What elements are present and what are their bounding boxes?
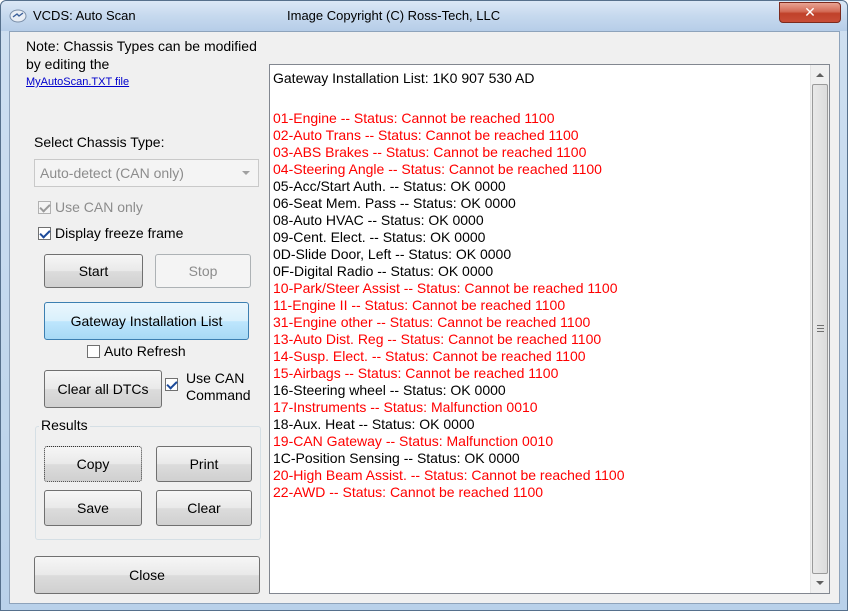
result-line: 05-Acc/Start Auth. -- Status: OK 0000 [273, 178, 506, 194]
checkbox-icon [165, 378, 178, 391]
result-line: 19-CAN Gateway -- Status: Malfunction 00… [273, 433, 554, 449]
auto-refresh-checkbox[interactable]: Auto Refresh [87, 343, 186, 359]
clear-button[interactable]: Clear [156, 490, 252, 526]
use-can-command-label: Use CAN Command [182, 370, 251, 404]
use-can-label-line2: Command [186, 387, 251, 403]
chassis-type-value: Auto-detect (CAN only) [40, 165, 184, 181]
use-can-only-label: Use CAN only [55, 199, 143, 215]
save-button[interactable]: Save [44, 490, 142, 526]
print-button-label: Print [189, 456, 219, 472]
result-line: 04-Steering Angle -- Status: Cannot be r… [273, 161, 602, 177]
save-button-label: Save [77, 500, 109, 516]
result-line: 10-Park/Steer Assist -- Status: Cannot b… [273, 280, 618, 296]
vcds-app-icon [9, 9, 27, 23]
result-line: 14-Susp. Elect. -- Status: Cannot be rea… [273, 348, 586, 364]
print-button[interactable]: Print [156, 446, 252, 482]
grip-icon [817, 325, 824, 332]
vcds-auto-scan-window: VCDS: Auto Scan Image Copyright (C) Ross… [0, 0, 848, 611]
result-line: 15-Airbags -- Status: Cannot be reached … [273, 365, 559, 381]
checkbox-icon [38, 226, 51, 240]
chevron-down-icon [242, 171, 250, 175]
result-line: 18-Aux. Heat -- Status: OK 0000 [273, 416, 475, 432]
myautoscan-file-link[interactable]: MyAutoScan.TXT file [26, 76, 129, 88]
scrollbar-thumb[interactable] [812, 84, 828, 574]
use-can-label-line1: Use CAN [186, 370, 245, 386]
checkbox-icon [38, 200, 51, 214]
scroll-down-arrow-icon[interactable] [811, 574, 829, 591]
results-title: Gateway Installation List: 1K0 907 530 A… [273, 70, 535, 86]
result-line: 16-Steering wheel -- Status: OK 0000 [273, 382, 506, 398]
start-button[interactable]: Start [44, 254, 143, 288]
stop-button[interactable]: Stop [155, 254, 251, 288]
chassis-type-select[interactable]: Auto-detect (CAN only) [34, 159, 259, 187]
auto-refresh-label: Auto Refresh [104, 343, 186, 359]
chassis-note: Note: Chassis Types can be modified by e… [26, 38, 257, 72]
result-line: 11-Engine II -- Status: Cannot be reache… [273, 297, 566, 313]
result-line: 09-Cent. Elect. -- Status: OK 0000 [273, 229, 486, 245]
close-icon: ✕ [804, 4, 816, 20]
clear-all-dtcs-label: Clear all DTCs [57, 381, 149, 397]
result-line: 06-Seat Mem. Pass -- Status: OK 0000 [273, 195, 516, 211]
title-bar: VCDS: Auto Scan Image Copyright (C) Ross… [1, 1, 847, 31]
copy-button[interactable]: Copy [44, 446, 142, 482]
result-line: 01-Engine -- Status: Cannot be reached 1… [273, 110, 555, 126]
use-can-only-checkbox[interactable]: Use CAN only [38, 199, 143, 215]
checkbox-icon [87, 344, 100, 358]
close-button[interactable]: Close [34, 556, 260, 594]
result-line: 02-Auto Trans -- Status: Cannot be reach… [273, 127, 579, 143]
clear-button-label: Clear [187, 500, 221, 516]
gateway-button-label: Gateway Installation List [70, 313, 223, 329]
results-scrollbar[interactable] [810, 65, 829, 593]
result-line: 13-Auto Dist. Reg -- Status: Cannot be r… [273, 331, 602, 347]
result-line: 17-Instruments -- Status: Malfunction 00… [273, 399, 538, 415]
result-line: 0F-Digital Radio -- Status: OK 0000 [273, 263, 494, 279]
window-close-button[interactable]: ✕ [779, 2, 841, 23]
result-line: 1C-Position Sensing -- Status: OK 0000 [273, 450, 520, 466]
clear-all-dtcs-button[interactable]: Clear all DTCs [44, 370, 162, 408]
close-button-label: Close [129, 567, 165, 583]
gateway-installation-list-button[interactable]: Gateway Installation List [44, 302, 249, 340]
result-line: 22-AWD -- Status: Cannot be reached 1100 [273, 484, 544, 500]
display-freeze-frame-label: Display freeze frame [55, 225, 184, 241]
stop-button-label: Stop [188, 263, 218, 279]
result-line: 08-Auto HVAC -- Status: OK 0000 [273, 212, 484, 228]
copy-button-label: Copy [76, 456, 110, 472]
scroll-up-arrow-icon[interactable] [811, 67, 829, 84]
copyright-text: Image Copyright (C) Ross-Tech, LLC [287, 8, 501, 23]
display-freeze-frame-checkbox[interactable]: Display freeze frame [38, 225, 183, 241]
result-line: 0D-Slide Door, Left -- Status: OK 0000 [273, 246, 512, 262]
use-can-command-checkbox[interactable]: Use CAN Command [165, 370, 251, 404]
result-line: 03-ABS Brakes -- Status: Cannot be reach… [273, 144, 587, 160]
start-button-label: Start [78, 263, 109, 279]
window-title: VCDS: Auto Scan [33, 8, 136, 23]
result-line: 20-High Beam Assist. -- Status: Cannot b… [273, 467, 625, 483]
results-group-label: Results [39, 417, 90, 433]
select-chassis-label: Select Chassis Type: [34, 134, 165, 150]
result-line: 31-Engine other -- Status: Cannot be rea… [273, 314, 591, 330]
